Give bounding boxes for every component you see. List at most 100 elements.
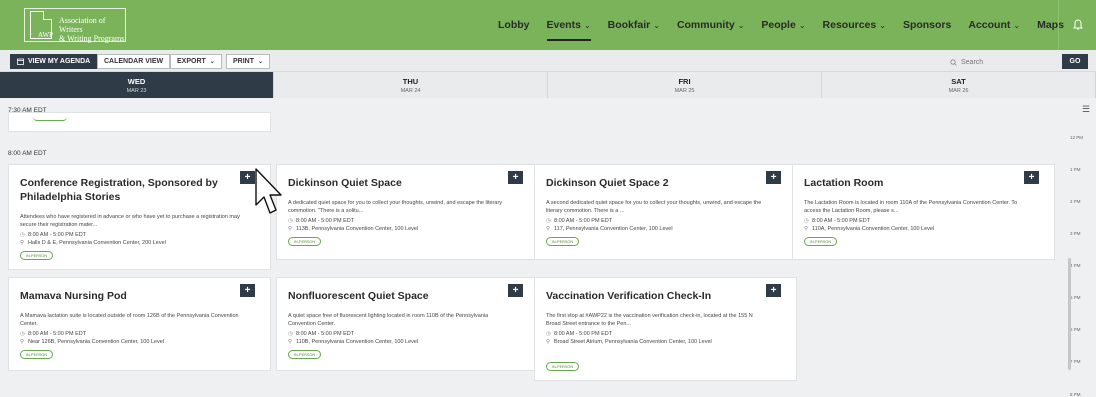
event-description: A second dedicated quiet space for you t… — [546, 200, 762, 214]
add-to-agenda-button[interactable]: + — [766, 284, 781, 297]
nav-item-label: Bookfair — [607, 19, 651, 31]
event-title[interactable]: Dickinson Quiet Space 2 — [546, 176, 766, 190]
event-title[interactable]: Vaccination Verification Check-In — [546, 289, 766, 303]
chevron-down-icon: ⌄ — [653, 21, 660, 30]
in-person-badge: IN-PERSON — [20, 350, 54, 359]
time-slot-label: 8:00 AM EDT — [8, 150, 47, 157]
location-pin-icon: ⚲ — [20, 240, 25, 246]
nav-item-events[interactable]: Events ⌄ — [546, 19, 591, 41]
event-time-row: ◷ 8:00 AM - 5:00 PM EDT — [20, 330, 250, 338]
nav-item-sponsors[interactable]: Sponsors — [903, 19, 951, 31]
event-time-row: ◷ 8:00 AM - 5:00 PM EDT — [288, 330, 518, 338]
view-my-agenda-button[interactable]: VIEW MY AGENDA — [10, 54, 98, 69]
day-name: THU — [402, 76, 419, 86]
timeline-hour-label: 5 PM — [1070, 295, 1081, 300]
day-date: MAR 23 — [126, 87, 147, 94]
event-time: 8:00 AM - 5:00 PM EDT — [554, 218, 613, 224]
event-description: A Mamava lactation suite is located outs… — [20, 313, 239, 327]
go-label: GO — [1069, 58, 1081, 65]
add-to-agenda-button[interactable]: + — [240, 284, 255, 297]
day-name: SAT — [951, 76, 966, 86]
location-pin-icon: ⚲ — [20, 339, 25, 345]
add-to-agenda-button[interactable]: + — [508, 171, 523, 184]
calendar-view-button[interactable]: CALENDAR VIEW — [97, 54, 171, 69]
event-location: Broad Street Atrium, Pennsylvania Conven… — [554, 339, 712, 345]
tab-fri[interactable]: FRI MAR 25 — [548, 72, 822, 98]
in-person-badge: IN-PERSON — [804, 237, 838, 246]
day-tabs: WED MAR 23 THU MAR 24 FRI MAR 25 SAT MAR 26 — [0, 72, 1096, 98]
add-to-agenda-button[interactable]: + — [508, 284, 523, 297]
nav-item-account[interactable]: Account ⌄ — [968, 19, 1020, 31]
event-location-row: ⚲ 110A, Pennsylvania Convention Center, 1… — [804, 225, 1034, 233]
timeline-hour-label: 6 PM — [1070, 327, 1081, 332]
logo-line-1: Association of Writers — [59, 16, 106, 34]
search-input[interactable]: Search — [950, 55, 1055, 69]
timeline-hour-label: 1 PM — [1070, 167, 1081, 172]
calendar-icon — [17, 58, 24, 65]
nav-item-label: Account — [968, 19, 1011, 31]
event-title[interactable]: Conference Registration, Sponsored by Ph… — [20, 176, 240, 204]
tab-sat[interactable]: SAT MAR 26 — [822, 72, 1096, 98]
event-card[interactable]: Dickinson Quiet Space 2 A second dedicate… — [534, 164, 797, 260]
chevron-down-icon: ⌄ — [209, 59, 215, 65]
clock-icon: ◷ — [546, 331, 551, 337]
event-title[interactable]: Mamava Nursing Pod — [20, 289, 240, 303]
nav-item-resources[interactable]: Resources ⌄ — [823, 19, 886, 31]
event-title[interactable]: Dickinson Quiet Space — [288, 176, 508, 190]
timeline-hour-label: 8 PM — [1070, 392, 1081, 397]
search-placeholder: Search — [961, 58, 984, 66]
nav-item-label: People — [761, 19, 796, 31]
clock-icon: ◷ — [20, 331, 25, 337]
nav-item-label: Community — [676, 19, 735, 31]
tab-thu[interactable]: THU MAR 24 — [274, 72, 548, 98]
day-date: MAR 24 — [400, 87, 421, 94]
top-navigation: AWP Association of Writers & Writing Pro… — [0, 0, 1096, 50]
search-icon — [950, 58, 957, 66]
event-location-row: ⚲ Near 126B, Pennsylvania Convention Cent… — [20, 338, 250, 346]
event-time-row: ◷ 8:00 AM - 5:00 PM EDT — [546, 330, 776, 338]
go-button[interactable]: GO — [1062, 54, 1088, 69]
event-description: Attendees who have registered in advance… — [20, 214, 240, 228]
event-time: 8:00 AM - 5:00 PM EDT — [296, 331, 355, 337]
add-to-agenda-button[interactable]: + — [1024, 171, 1039, 184]
location-pin-icon: ⚲ — [546, 226, 551, 232]
event-time-row: ◷ 8:00 AM - 5:00 PM EDT — [288, 217, 518, 225]
location-pin-icon: ⚲ — [288, 339, 293, 345]
nav-item-people[interactable]: People ⌄ — [761, 19, 805, 31]
nav-item-lobby[interactable]: Lobby — [498, 19, 530, 31]
awp-logo[interactable]: AWP Association of Writers & Writing Pro… — [24, 8, 126, 43]
event-card[interactable]: Mamava Nursing Pod A Mamava lactation sui… — [8, 277, 271, 371]
add-to-agenda-button[interactable]: + — [766, 171, 781, 184]
event-time-row: ◷ 8:00 AM - 5:00 PM EDT — [20, 231, 250, 239]
event-description: A dedicated quiet space for you to colle… — [288, 200, 503, 214]
scrollbar[interactable] — [1068, 258, 1071, 370]
chevron-down-icon: ⌄ — [1013, 21, 1021, 30]
day-name: FRI — [678, 76, 691, 86]
event-title[interactable]: Lactation Room — [804, 176, 1024, 190]
event-title[interactable]: Nonfluorescent Quiet Space — [288, 289, 508, 303]
event-card[interactable]: Conference Registration, Sponsored by Ph… — [8, 164, 271, 270]
tab-wed[interactable]: WED MAR 23 — [0, 72, 274, 98]
event-time: 8:00 AM - 5:00 PM EDT — [554, 331, 613, 337]
view-my-agenda-label: VIEW MY AGENDA — [28, 58, 91, 65]
print-dropdown[interactable]: PRINT ⌄ — [226, 54, 271, 69]
event-location-row: ⚲ Halls D & E, Pennsylvania Convention Ce… — [20, 239, 250, 247]
nav-item-bookfair[interactable]: Bookfair ⌄ — [608, 19, 660, 31]
event-card-partial[interactable] — [8, 112, 271, 132]
event-description: The first stop at #AWP22 is the vaccinat… — [546, 313, 753, 327]
nav-item-label: Lobby — [498, 19, 530, 31]
event-card[interactable]: Nonfluorescent Quiet Space A quiet space … — [276, 277, 539, 371]
export-dropdown[interactable]: EXPORT ⌄ — [170, 54, 222, 69]
event-description: A quiet space free of fluorescent lighti… — [288, 313, 489, 327]
export-label: EXPORT — [177, 58, 206, 65]
nav-item-label: Events — [546, 19, 581, 31]
notifications-button[interactable] — [1058, 0, 1096, 50]
event-card[interactable]: Vaccination Verification Check-In The fir… — [534, 277, 797, 381]
timeline-hour-label: 3 PM — [1070, 231, 1081, 236]
event-card[interactable]: Dickinson Quiet Space A dedicated quiet s… — [276, 164, 539, 260]
add-to-agenda-button[interactable]: + — [240, 171, 255, 184]
event-card[interactable]: Lactation Room The Lactation Room is loca… — [792, 164, 1055, 260]
nav-item-community[interactable]: Community ⌄ — [677, 19, 744, 31]
event-description: The Lactation Room is located in room 11… — [804, 200, 1018, 214]
chevron-down-icon: ⌄ — [583, 21, 591, 30]
